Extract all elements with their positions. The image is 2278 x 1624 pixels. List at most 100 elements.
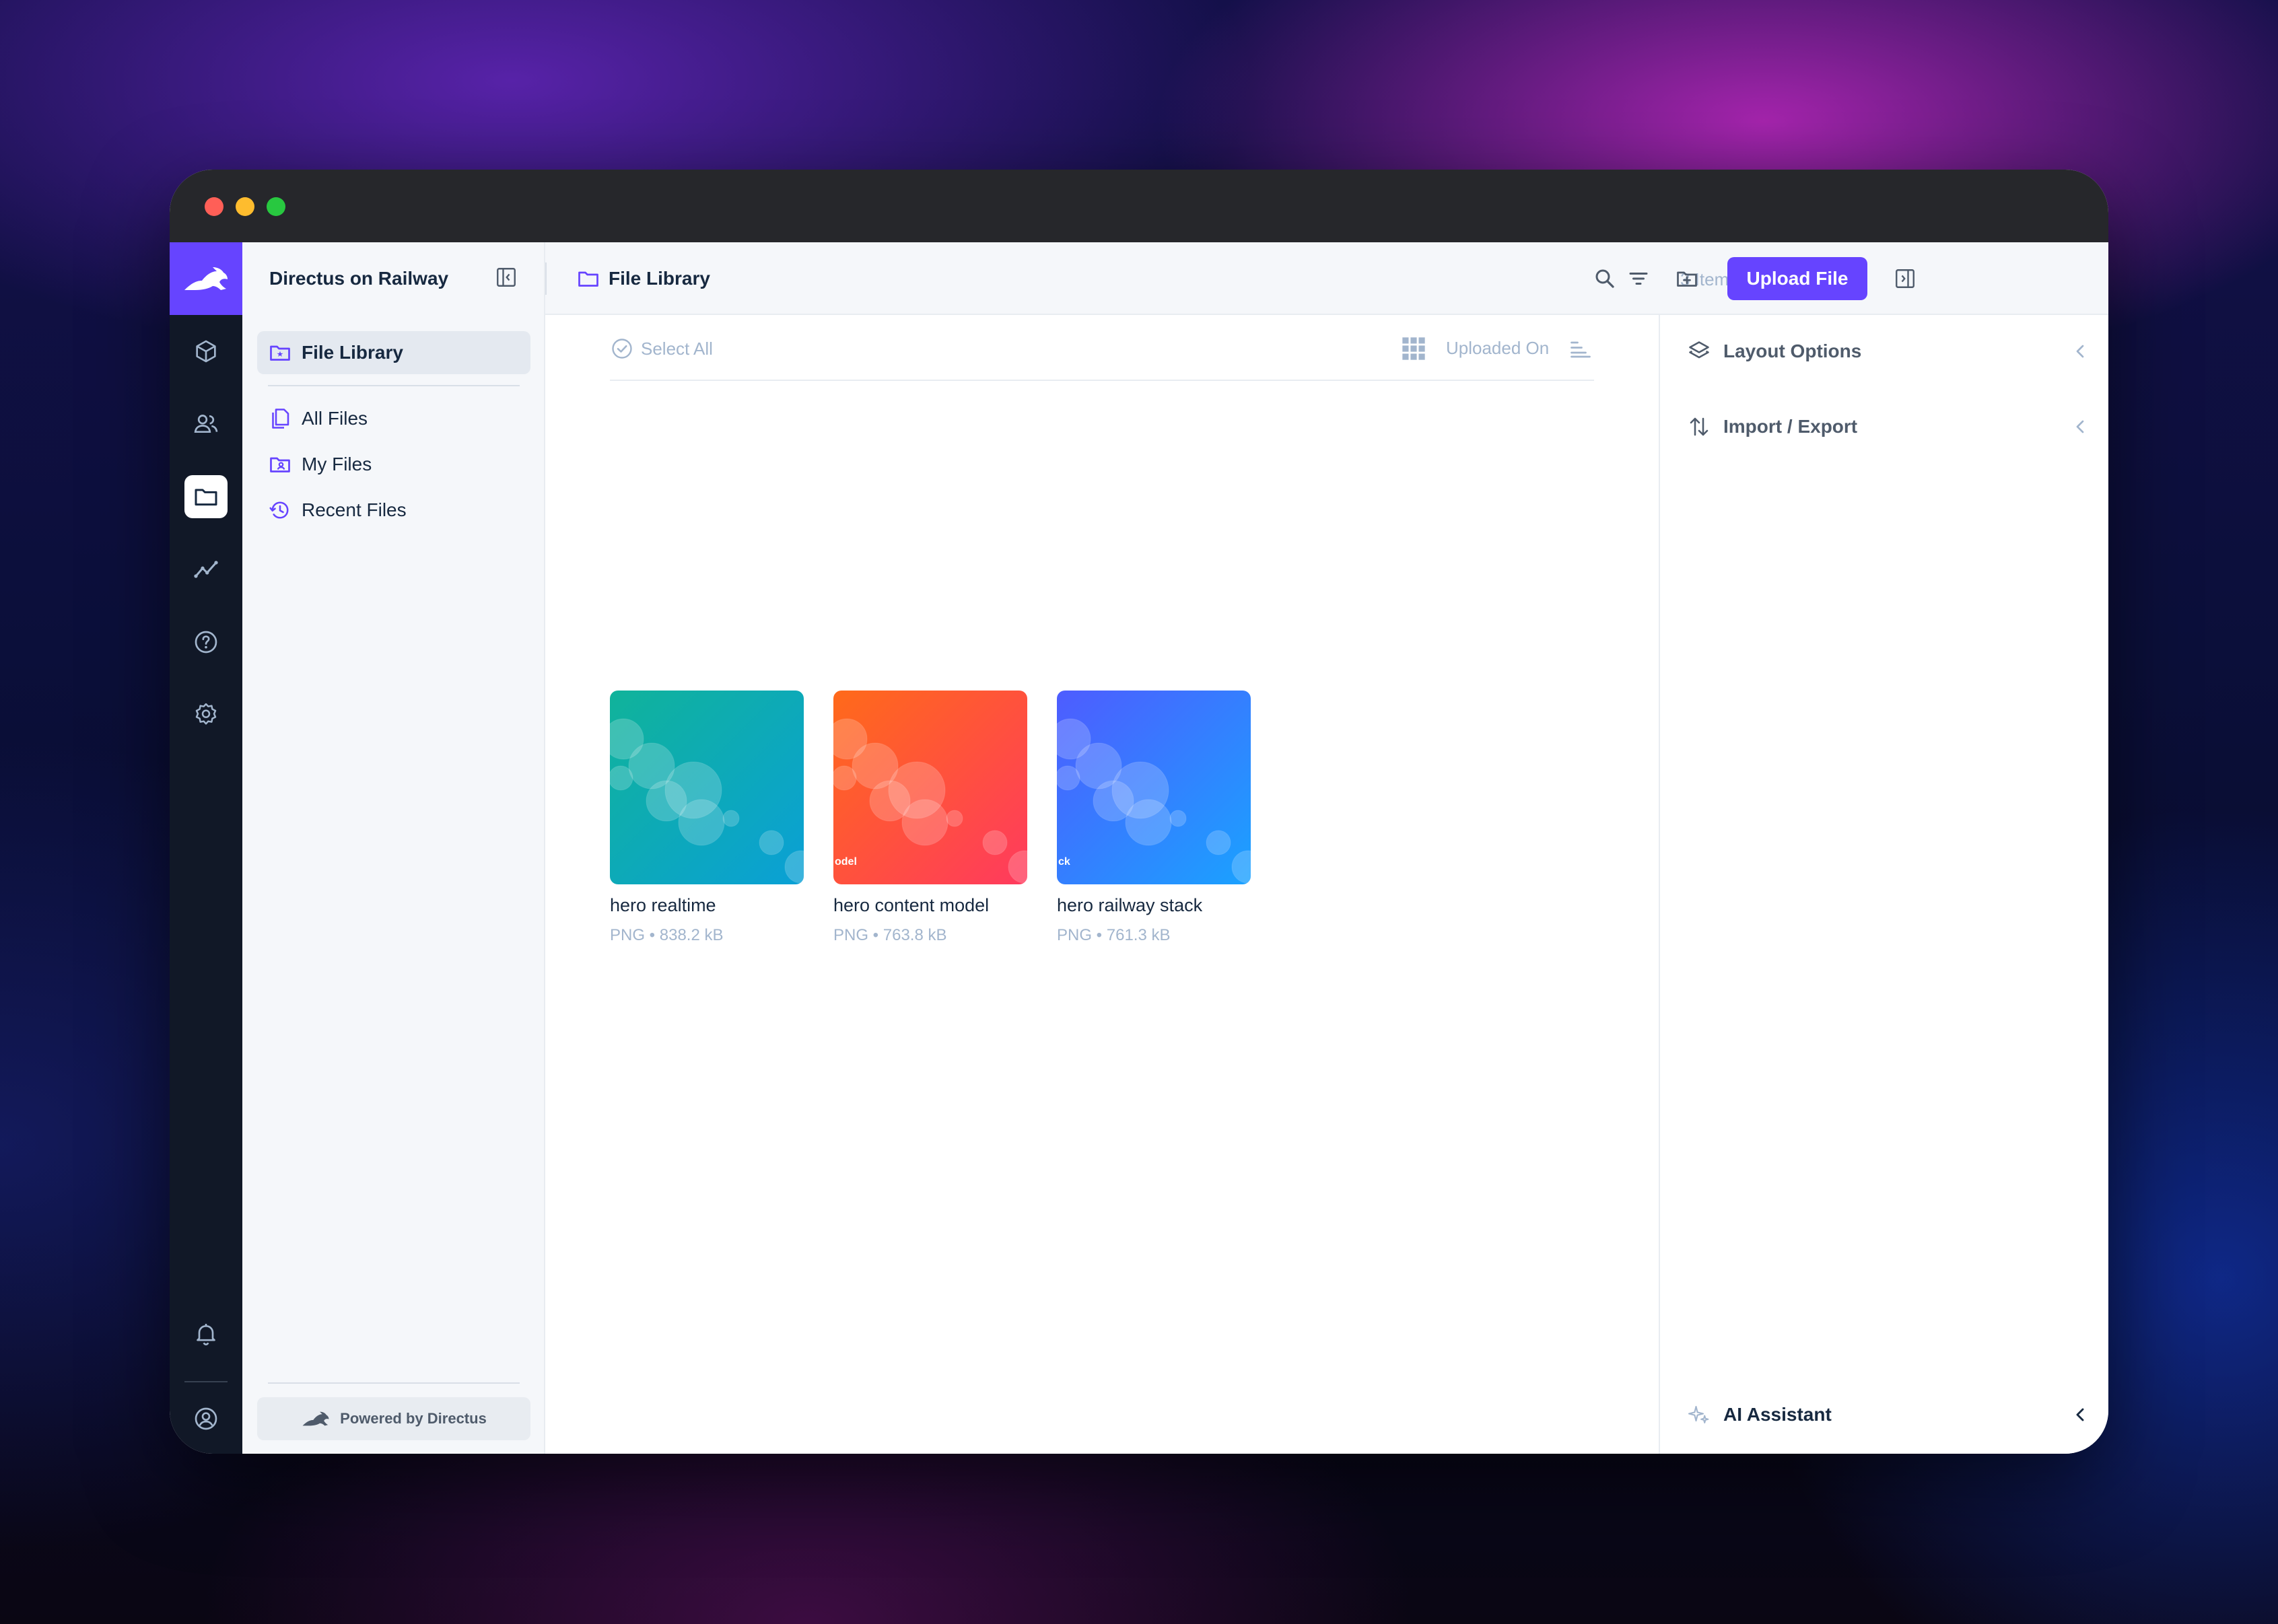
cube-icon [196, 340, 216, 363]
thumbnail-bubble [610, 765, 633, 791]
nav-item-file-library[interactable]: File Library [268, 337, 403, 369]
ai-assistant-label: AI Assistant [1723, 1404, 1832, 1425]
filter-button[interactable] [1624, 264, 1653, 293]
thumbnail-bubble [833, 765, 857, 791]
nav-item-all-files[interactable]: All Files [268, 402, 368, 435]
directus-app: Directus on Railway File Library All Fil… [170, 242, 2108, 1454]
account-icon [195, 1407, 217, 1430]
nav-item-my-files[interactable]: My Files [268, 448, 372, 481]
insights-icon [194, 561, 218, 578]
thumbnail-bubble [1206, 830, 1231, 855]
header-divider [545, 262, 547, 295]
powered-by-label: Powered by Directus [340, 1410, 487, 1427]
file-thumbnail[interactable] [610, 691, 804, 884]
sidebar-toggle-icon [1896, 269, 1914, 288]
nav-item-label: All Files [302, 408, 368, 429]
folder-icon [578, 271, 598, 287]
thumbnail-bubble [1125, 799, 1172, 846]
file-name: hero railway stack [1057, 895, 1203, 915]
thumbnail-image [1057, 691, 1251, 884]
file-thumbnail[interactable]: odel [833, 691, 1027, 884]
thumbnail-bubble [1057, 765, 1080, 791]
file-name: hero content model [833, 895, 990, 915]
main-content: Select All Uploaded On hero realtime PNG… [545, 315, 1659, 1454]
nav-item-label: Recent Files [302, 499, 407, 520]
file-meta: PNG • 761.3 kB [1057, 926, 1171, 944]
collapse-sidebar-icon[interactable] [494, 265, 518, 289]
nav-item-label: My Files [302, 454, 372, 474]
settings-module-button[interactable] [184, 693, 228, 736]
nav-divider [268, 385, 520, 386]
sort-field-selector[interactable]: Uploaded On [1446, 338, 1549, 359]
import-export-icon [1690, 417, 1708, 436]
close-window-button[interactable] [205, 197, 223, 216]
project-name: Directus on Railway [269, 268, 449, 289]
thumbnail-bubble [678, 799, 725, 846]
maximize-window-button[interactable] [267, 197, 285, 216]
bell-icon [197, 1324, 215, 1346]
thumbnail-image [833, 691, 1027, 884]
window-titlebar [170, 170, 2108, 242]
insights-module-button[interactable] [184, 548, 228, 591]
rabbit-logo-icon [302, 1411, 329, 1426]
page-header: File Library 3 Items Upload File [545, 242, 2108, 315]
content-module-button[interactable] [184, 330, 228, 373]
rabbit-logo-icon [184, 267, 228, 290]
right-sidebar: Layout Options Import / Export AI Assist… [1659, 315, 2108, 1454]
ai-assistant-section[interactable]: AI Assistant [1687, 1399, 2091, 1431]
folder-special-icon [270, 345, 290, 361]
users-icon [194, 415, 218, 433]
directus-logo[interactable] [170, 242, 242, 315]
select-all-button[interactable]: Select All [610, 337, 713, 361]
thumbnail-caption: ck [1058, 856, 1070, 868]
folder-user-icon [270, 457, 290, 472]
thumbnail-image [610, 691, 804, 884]
toolbar-divider [610, 380, 1594, 381]
layout-options-section[interactable]: Layout Options [1687, 335, 2091, 367]
nav-item-recent-files[interactable]: Recent Files [268, 494, 407, 526]
layout-options-label: Layout Options [1723, 341, 1862, 361]
sort-direction-icon[interactable] [1568, 337, 1593, 361]
import-export-label: Import / Export [1723, 416, 1858, 437]
app-window: Directus on Railway File Library All Fil… [170, 170, 2108, 1454]
import-export-section[interactable]: Import / Export [1687, 411, 2091, 443]
chevron-left-icon [2076, 345, 2084, 358]
create-folder-button[interactable] [1672, 264, 1702, 293]
navigation-panel: Directus on Railway File Library All Fil… [242, 242, 545, 1454]
thumbnail-bubble [946, 810, 963, 827]
filter-icon [1629, 273, 1648, 285]
nav-footer-divider [268, 1382, 520, 1384]
chevron-left-icon [2076, 420, 2084, 433]
file-thumbnail[interactable]: ck [1057, 691, 1251, 884]
upload-file-button[interactable]: Upload File [1727, 257, 1867, 300]
history-icon [269, 501, 289, 519]
account-button[interactable] [184, 1397, 228, 1440]
thumbnail-bubble [982, 830, 1008, 855]
thumbnail-bubble [901, 799, 948, 846]
minimize-window-button[interactable] [236, 197, 254, 216]
file-name: hero realtime [610, 895, 716, 915]
help-module-button[interactable] [184, 621, 228, 664]
layers-icon [1689, 341, 1709, 359]
sparkles-icon [1688, 1405, 1709, 1423]
create-folder-icon [1677, 271, 1697, 287]
notifications-button[interactable] [184, 1312, 228, 1355]
file-meta: PNG • 838.2 kB [610, 926, 724, 944]
grid-size-icon[interactable] [1400, 335, 1427, 362]
gear-icon [195, 703, 217, 725]
file-meta: PNG • 763.8 kB [833, 926, 947, 944]
thumbnail-bubble [1169, 810, 1187, 827]
search-button[interactable] [1590, 264, 1620, 293]
chevron-left-icon [2076, 1408, 2084, 1421]
users-module-button[interactable] [184, 402, 228, 446]
thumbnail-bubble [722, 810, 740, 827]
files-icon [272, 409, 289, 429]
module-divider [184, 1381, 228, 1382]
help-icon [195, 631, 217, 654]
module-bar [170, 242, 242, 1454]
check-circle-icon [612, 339, 632, 359]
powered-by-directus-link[interactable]: Powered by Directus [257, 1397, 530, 1440]
thumbnail-caption: odel [835, 856, 857, 868]
files-module-button[interactable] [184, 475, 228, 518]
toggle-sidebar-button[interactable] [1890, 264, 1920, 293]
